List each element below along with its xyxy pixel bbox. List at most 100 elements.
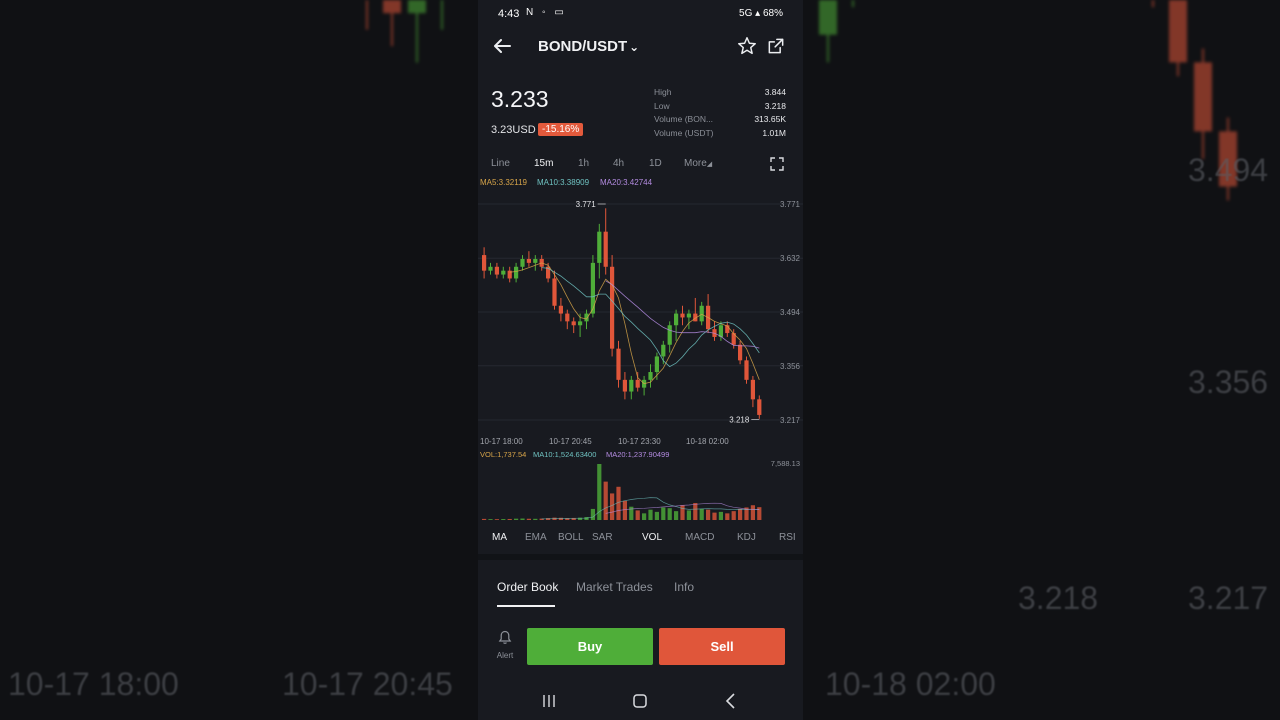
stat-value: 3.218 xyxy=(764,100,786,111)
candle-body xyxy=(635,379,640,388)
price-axis-label: 3.494 xyxy=(780,308,801,317)
sell-button[interactable]: Sell xyxy=(659,628,785,665)
volume-bar xyxy=(712,512,717,520)
volume-bar xyxy=(514,518,519,520)
volume-bar xyxy=(648,509,653,520)
last-price: 3.233 xyxy=(491,86,549,112)
network-indicator: 5G xyxy=(739,8,753,19)
alert-button[interactable]: Alert xyxy=(492,630,518,660)
tab-info[interactable]: Info xyxy=(674,580,694,594)
background-price-label: 3.494 xyxy=(1188,152,1269,188)
pair-name: BOND/USDT xyxy=(538,38,628,55)
vol-ma10-legend: MA10:1,524.63400 xyxy=(533,450,597,459)
favorite-star-icon[interactable] xyxy=(736,35,758,57)
candle-body xyxy=(718,325,723,337)
candle-body xyxy=(654,356,659,373)
volume-bar xyxy=(699,508,704,520)
tab-market-trades[interactable]: Market Trades xyxy=(576,580,653,594)
candle-body xyxy=(648,372,653,380)
volume-bar xyxy=(526,518,531,520)
timeframe-15m[interactable]: 15m xyxy=(534,158,553,169)
indicator-boll[interactable]: BOLL xyxy=(558,532,584,543)
time-axis-label: 10-17 23:30 xyxy=(618,437,661,446)
section-divider xyxy=(478,554,803,560)
indicator-selector: MA EMA BOLL SAR VOL MACD KDJ RSI xyxy=(478,532,803,546)
stat-row: Volume (BON... 313.65K xyxy=(654,114,786,128)
volume-bar xyxy=(610,493,615,520)
timeframe-1d[interactable]: 1D xyxy=(649,158,662,169)
candle-body xyxy=(667,325,672,345)
stat-label: High xyxy=(654,87,672,97)
volume-bar xyxy=(718,511,723,520)
indicator-rsi[interactable]: RSI xyxy=(779,532,796,543)
time-axis-label: 10-18 02:00 xyxy=(686,437,729,446)
background-price-label: 3.218 xyxy=(1018,580,1099,616)
buy-button[interactable]: Buy xyxy=(527,628,653,665)
volume-bar xyxy=(693,503,698,520)
vol-legend: VOL:1,737.54 xyxy=(480,450,527,459)
indicator-kdj[interactable]: KDJ xyxy=(737,532,756,543)
volume-bar xyxy=(661,507,666,520)
kline-chart[interactable]: 3.771 3.632 3.494 3.356 3.217 3.771 3.218 10-17… xyxy=(478,190,803,530)
caret-icon: ◢ xyxy=(706,161,713,168)
timeframe-line[interactable]: Line xyxy=(491,158,510,169)
volume-bar xyxy=(642,513,647,520)
notification-icons: N ◦ ▭ xyxy=(526,7,567,18)
signal-icon: ▴ xyxy=(755,8,763,19)
candle-body xyxy=(674,313,679,326)
background-candle-body xyxy=(1194,62,1212,132)
alert-label: Alert xyxy=(496,651,514,660)
candle-body xyxy=(680,313,685,318)
stat-value: 313.65K xyxy=(754,114,786,124)
high-marker-label: 3.771 xyxy=(576,200,597,209)
volume-bar xyxy=(494,519,499,520)
volume-bar xyxy=(750,505,755,520)
status-time: 4:43 xyxy=(498,8,520,20)
stat-label: Volume (USDT) xyxy=(654,127,714,138)
indicator-sar[interactable]: SAR xyxy=(592,532,613,543)
volume-bar xyxy=(501,519,506,520)
volume-bar xyxy=(667,508,672,520)
price-axis-label: 3.356 xyxy=(780,362,801,371)
battery-level: 68% xyxy=(762,8,783,19)
timeframe-1h[interactable]: 1h xyxy=(578,158,589,169)
price-axis-label: 3.217 xyxy=(780,416,801,425)
background-left-chart xyxy=(366,0,443,63)
candle-body xyxy=(533,258,538,263)
volume-bar xyxy=(520,518,525,520)
timeframe-more[interactable]: More◢ xyxy=(684,158,712,169)
background-time-label: 10-18 02:00 xyxy=(825,666,996,702)
indicator-macd[interactable]: MACD xyxy=(685,532,714,543)
indicator-ema[interactable]: EMA xyxy=(525,532,547,543)
tab-order-book[interactable]: Order Book xyxy=(497,580,558,594)
volume-bar xyxy=(584,517,589,520)
indicator-vol[interactable]: VOL xyxy=(642,532,662,543)
back-nav-icon[interactable] xyxy=(720,690,742,712)
timeframe-4h[interactable]: 4h xyxy=(613,158,624,169)
volume-bar xyxy=(731,511,736,520)
background-right-panel: 3.494 3.356 3.218 3.217 10-18 02:00 xyxy=(803,0,1280,720)
volume-bar xyxy=(507,518,512,520)
candle-body xyxy=(482,255,487,271)
candle-body xyxy=(584,313,589,322)
fullscreen-icon[interactable] xyxy=(770,157,784,171)
candle-body xyxy=(616,348,621,380)
candle-body xyxy=(661,344,666,357)
vol-ma20-legend: MA20:1,237.90499 xyxy=(606,450,670,459)
candle-body xyxy=(501,270,506,275)
volume-bar xyxy=(482,518,487,520)
candle-body xyxy=(757,399,762,415)
home-icon[interactable] xyxy=(629,690,651,712)
share-icon[interactable] xyxy=(766,36,786,56)
background-candle-body xyxy=(1169,0,1187,63)
indicator-ma[interactable]: MA xyxy=(492,532,507,543)
ticker-stats: High 3.844 Low 3.218 Volume (BON... 313.65K… xyxy=(654,87,786,141)
recent-apps-icon[interactable] xyxy=(538,690,560,712)
candle-body xyxy=(750,379,755,400)
price-axis-label: 3.632 xyxy=(780,254,801,263)
back-arrow-icon[interactable] xyxy=(490,34,514,58)
candle-body xyxy=(610,266,615,349)
volume-bar xyxy=(706,509,711,520)
pair-selector[interactable]: BOND/USDT ⌄ xyxy=(538,38,639,55)
candle-body xyxy=(738,344,743,361)
